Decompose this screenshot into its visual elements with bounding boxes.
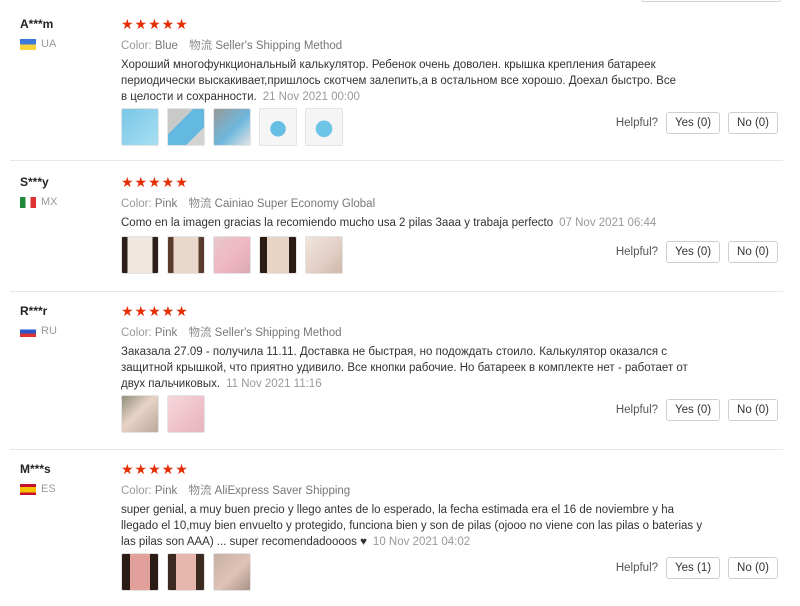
review-photo[interactable] [259,108,297,146]
review-meta: Color: Pink 物流 AliExpress Saver Shipping [121,482,350,498]
reviewer-name: A***m [20,17,54,31]
review-photo[interactable] [213,236,251,274]
country-code: RU [41,325,57,337]
divider [10,449,783,450]
reviewer-name: M***s [20,462,51,476]
helpful-no-button[interactable]: No (0) [728,241,778,263]
shipping-value: Seller's Shipping Method [215,40,343,52]
color-value: Pink [154,327,178,339]
divider [10,291,783,292]
helpful-no-button[interactable]: No (0) [728,112,778,134]
review-photo[interactable] [167,553,205,591]
reviewer-country: MX [20,196,58,208]
review-photo[interactable] [121,395,159,433]
review-meta: Color: Blue 物流 Seller's Shipping Method [121,37,342,53]
review-photo[interactable] [121,108,159,146]
flag-es-icon [20,483,36,495]
review-photo[interactable] [167,108,205,146]
star-rating: ★★★★★ [121,461,189,477]
shipping-label: 物流 [188,198,212,210]
helpful-yes-button[interactable]: Yes (0) [666,241,721,263]
review-photos [121,108,343,146]
reviewer-country: RU [20,325,57,337]
helpful-no-button[interactable]: No (0) [728,557,778,579]
review-photo[interactable] [213,108,251,146]
helpful-yes-button[interactable]: Yes (0) [666,112,721,134]
shipping-label: 物流 [188,485,212,497]
review-text: Хороший многофункциональный калькулятор.… [121,57,681,105]
color-label: Color: [121,198,152,210]
divider [10,160,783,161]
flag-mx-icon [20,196,36,208]
star-rating: ★★★★★ [121,16,189,32]
review-body: Хороший многофункциональный калькулятор.… [121,59,676,103]
review-date: 10 Nov 2021 04:02 [372,536,471,548]
helpful-label: Helpful? [615,404,659,416]
flag-ru-icon [20,325,36,337]
flag-ua-icon [20,38,36,50]
shipping-label: 物流 [188,327,212,339]
reviewer-country: ES [20,483,56,495]
color-value: Pink [154,198,178,210]
star-rating: ★★★★★ [121,174,189,190]
review-body: Como en la imagen gracias la recomiendo … [121,217,554,229]
reviewer-name: S***y [20,175,49,189]
top-control[interactable] [641,0,781,2]
helpful-controls: Helpful? Yes (0) No (0) [616,399,778,421]
shipping-value: AliExpress Saver Shipping [214,485,351,497]
color-value: Blue [154,40,178,52]
helpful-controls: Helpful? Yes (0) No (0) [616,241,778,263]
helpful-label: Helpful? [615,117,659,129]
review-photo[interactable] [167,395,205,433]
reviewer-country: UA [20,38,56,50]
helpful-yes-button[interactable]: Yes (1) [666,557,721,579]
review-date: 11 Nov 2021 11:16 [226,378,322,390]
review-meta: Color: Pink 物流 Cainiao Super Economy Glo… [121,195,375,211]
helpful-no-button[interactable]: No (0) [728,399,778,421]
review-photo[interactable] [121,236,159,274]
reviewer-name: R***r [20,304,48,318]
color-value: Pink [154,485,178,497]
review-photo[interactable] [305,108,343,146]
review-text: Como en la imagen gracias la recomiendo … [121,215,721,231]
review-text: Заказала 27.09 - получила 11.11. Доставк… [121,344,706,392]
review-photo[interactable] [213,553,251,591]
helpful-controls: Helpful? Yes (0) No (0) [616,112,778,134]
review-photos [121,236,343,274]
shipping-value: Cainiao Super Economy Global [214,198,376,210]
country-code: MX [41,196,58,208]
helpful-controls: Helpful? Yes (1) No (0) [616,557,778,579]
country-code: UA [41,38,57,50]
review-body: Заказала 27.09 - получила 11.11. Доставк… [121,346,688,390]
color-label: Color: [121,40,152,52]
review-photo[interactable] [305,236,343,274]
color-label: Color: [121,485,152,497]
review-date: 07 Nov 2021 06:44 [559,217,657,229]
review-photo[interactable] [259,236,297,274]
review-photos [121,395,205,433]
star-rating: ★★★★★ [121,303,189,319]
color-label: Color: [121,327,152,339]
country-code: ES [41,483,56,495]
shipping-value: Seller's Shipping Method [214,327,342,339]
review-photo[interactable] [121,553,159,591]
helpful-label: Helpful? [615,246,659,258]
review-meta: Color: Pink 物流 Seller's Shipping Method [121,324,342,340]
review-photo[interactable] [167,236,205,274]
shipping-label: 物流 [189,40,213,52]
review-date: 21 Nov 2021 00:00 [262,91,360,103]
review-text: super genial, a muy buen precio y llego … [121,502,711,550]
review-photos [121,553,251,591]
helpful-label: Helpful? [615,562,659,574]
helpful-yes-button[interactable]: Yes (0) [666,399,721,421]
